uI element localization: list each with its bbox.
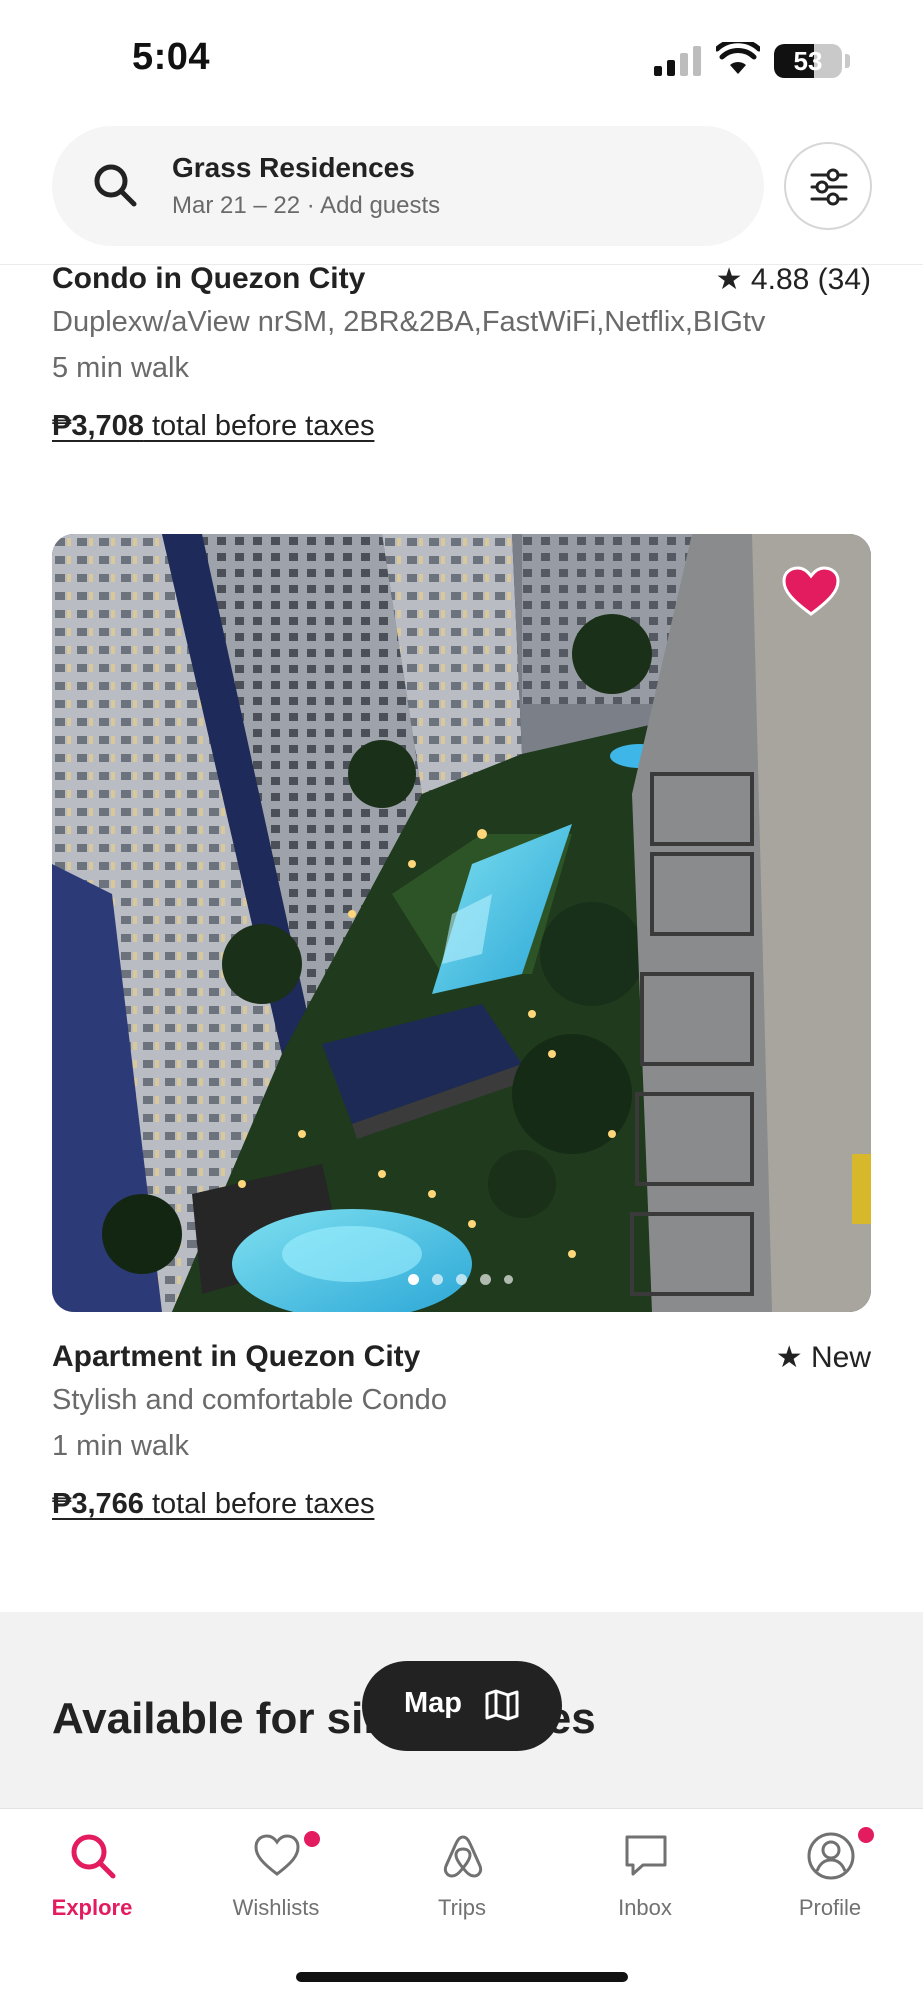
- listing-rating: ★ 4.88 (34): [715, 263, 871, 296]
- heart-icon: [254, 1834, 300, 1876]
- signal-icon: [654, 46, 701, 76]
- search-dates-guests[interactable]: Mar 21 – 22 · Add guests: [172, 192, 440, 220]
- carousel-dot: [504, 1275, 513, 1284]
- filter-icon: [810, 168, 848, 206]
- search-bar[interactable]: [52, 126, 764, 246]
- battery-level: 53: [793, 46, 823, 76]
- listing-photo-image: [52, 534, 871, 1312]
- nav-profile[interactable]: Profile: [760, 1823, 900, 1933]
- listing-photo[interactable]: [52, 534, 871, 1312]
- photo-carousel-dots: [408, 1274, 518, 1286]
- listing-title[interactable]: Apartment in Quezon City: [52, 1340, 420, 1374]
- nav-label: Explore: [51, 1895, 133, 1920]
- search-location[interactable]: Grass Residences: [172, 152, 415, 184]
- notification-badge: [856, 1825, 876, 1845]
- battery-icon: 53: [774, 44, 842, 78]
- star-icon: ★: [715, 263, 743, 296]
- listing-rating: ★ New: [775, 1341, 871, 1374]
- home-indicator: [296, 1972, 628, 1982]
- carousel-dot: [480, 1274, 491, 1285]
- carousel-dot: [456, 1274, 467, 1285]
- nav-label: Wishlists: [232, 1895, 320, 1920]
- listing-description: Stylish and comfortable Condo: [52, 1384, 447, 1416]
- notification-badge: [302, 1829, 322, 1849]
- map-button-label: Map: [404, 1687, 462, 1719]
- listing-description: Duplexw/aView nrSM, 2BR&2BA,FastWiFi,Net…: [52, 306, 766, 338]
- listing-title[interactable]: Condo in Quezon City: [52, 262, 365, 296]
- status-time: 5:04: [132, 36, 211, 78]
- star-icon: ★: [775, 1341, 803, 1374]
- map-icon: [485, 1689, 519, 1721]
- nav-wishlists[interactable]: Wishlists: [206, 1823, 346, 1933]
- nav-trips[interactable]: Trips: [392, 1823, 532, 1933]
- carousel-dot: [408, 1274, 419, 1285]
- battery-nub: [845, 54, 850, 68]
- nav-inbox[interactable]: Inbox: [575, 1823, 715, 1933]
- search-icon: [94, 164, 137, 207]
- airbnb-logo-icon: [443, 1835, 483, 1878]
- carousel-dot: [432, 1274, 443, 1285]
- profile-icon: [807, 1832, 855, 1880]
- wishlist-heart-icon[interactable]: [782, 566, 840, 618]
- listing-price[interactable]: ₱3,766 total before taxes: [52, 1488, 374, 1521]
- listing-price[interactable]: ₱3,708 total before taxes: [52, 410, 374, 443]
- nav-label: Profile: [798, 1895, 862, 1920]
- nav-label: Inbox: [618, 1895, 672, 1920]
- search-icon: [71, 1834, 116, 1879]
- wifi-icon: [716, 42, 760, 74]
- listing-distance: 5 min walk: [52, 352, 189, 384]
- filter-button[interactable]: [784, 142, 872, 230]
- message-icon: [625, 1835, 667, 1876]
- listing-distance: 1 min walk: [52, 1430, 189, 1462]
- nav-explore[interactable]: Explore: [22, 1823, 162, 1933]
- map-button[interactable]: Map: [362, 1661, 562, 1751]
- nav-label: Trips: [437, 1895, 487, 1920]
